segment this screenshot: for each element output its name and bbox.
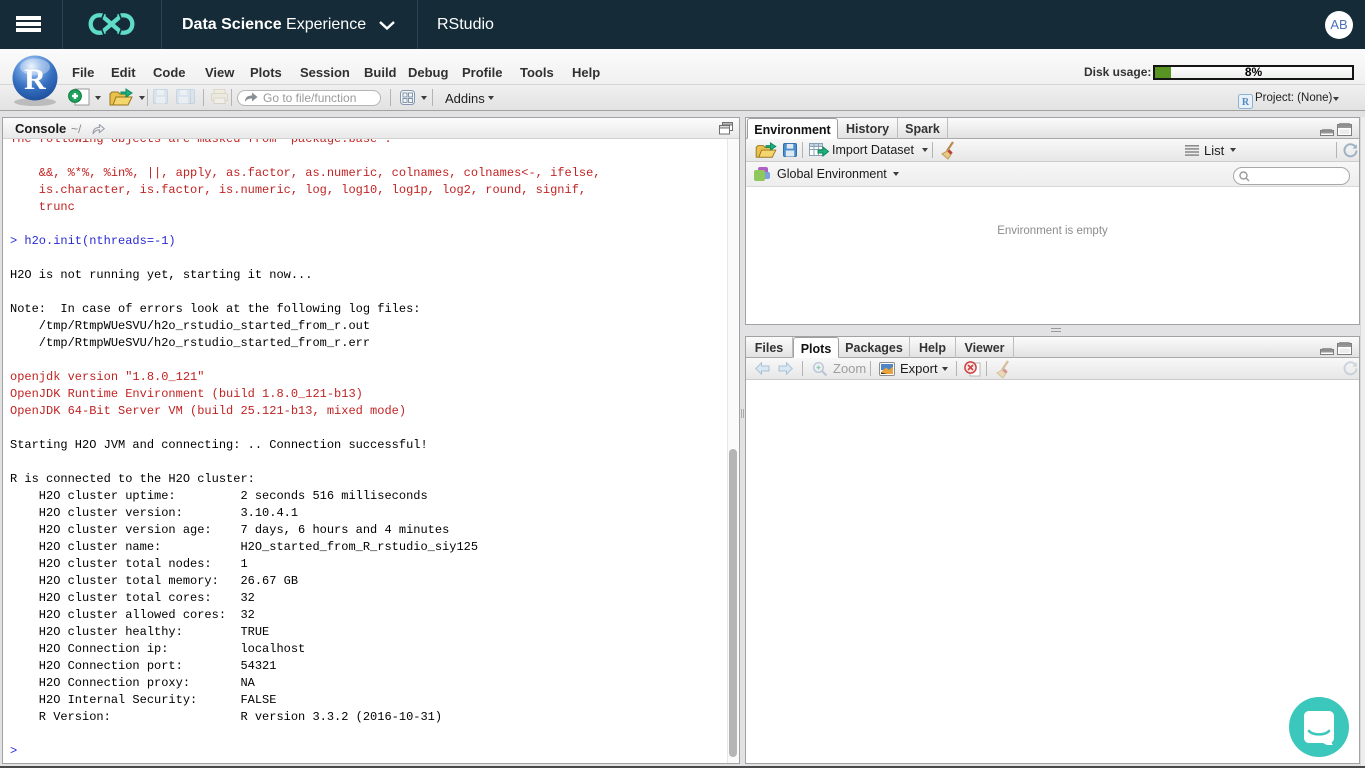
- svg-text:R: R: [1242, 97, 1250, 108]
- svg-text:R: R: [24, 63, 46, 96]
